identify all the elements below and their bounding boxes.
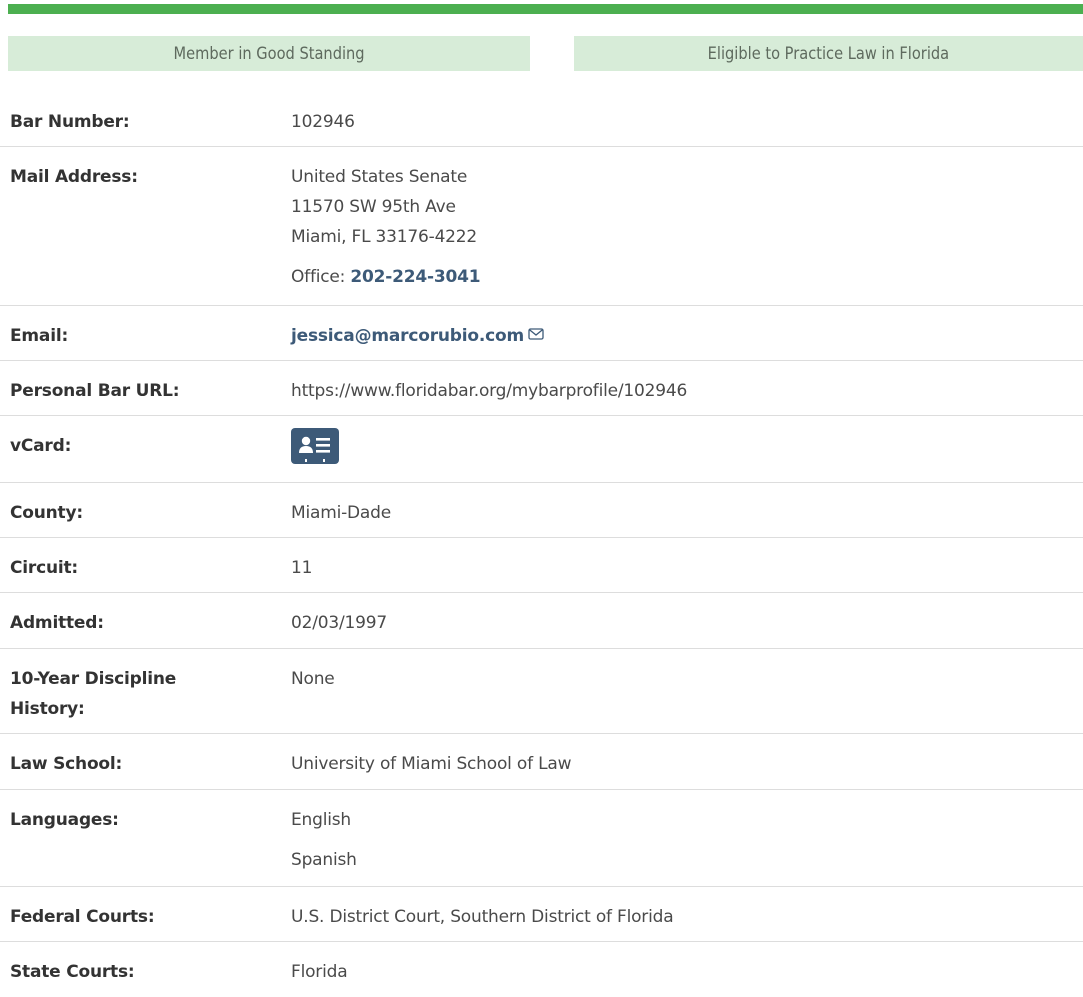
address-line-1: United States Senate: [291, 167, 468, 187]
address-line-2: 11570 SW 95th Ave: [291, 197, 456, 217]
row-discipline: 10-Year Discipline History: None: [0, 649, 1083, 734]
discipline-label: 10-Year Discipline History:: [10, 664, 250, 724]
bar-number-value: 102946: [291, 112, 355, 132]
row-vcard: vCard:: [0, 416, 1083, 483]
envelope-icon[interactable]: [528, 320, 544, 350]
row-email: Email: jessica@marcorubio.com: [0, 306, 1083, 361]
vcard-label: vCard:: [10, 436, 72, 456]
vcard-value: [291, 428, 1083, 474]
email-label: Email:: [10, 326, 69, 346]
personal-url-label: Personal Bar URL:: [10, 381, 180, 401]
vcard-icon[interactable]: [291, 428, 339, 464]
county-label: County:: [10, 503, 83, 523]
office-label: Office:: [291, 267, 351, 287]
eligibility-label: Eligible to Practice Law in Florida: [707, 43, 950, 64]
row-state-courts: State Courts: Florida: [0, 942, 1083, 997]
email-link[interactable]: jessica@marcorubio.com: [291, 326, 524, 346]
bar-number-label: Bar Number:: [10, 112, 130, 132]
status-badge-standing: Member in Good Standing: [8, 36, 530, 71]
row-personal-url: Personal Bar URL: https://www.floridabar…: [0, 361, 1083, 416]
language-item: Spanish: [291, 850, 357, 870]
state-courts-value: Florida: [291, 962, 348, 982]
discipline-label-line-1: 10-Year Discipline: [10, 669, 177, 689]
language-item: English: [291, 810, 351, 830]
languages-label: Languages:: [10, 810, 119, 830]
federal-courts-value: U.S. District Court, Southern District o…: [291, 907, 674, 927]
admitted-value: 02/03/1997: [291, 613, 387, 633]
email-value: jessica@marcorubio.com: [291, 321, 1083, 351]
status-badge-eligibility: Eligible to Practice Law in Florida: [574, 36, 1083, 71]
discipline-label-line-2: History:: [10, 699, 85, 719]
address-line-3: Miami, FL 33176-4222: [291, 227, 478, 247]
circuit-value: 11: [291, 558, 313, 578]
county-value: Miami-Dade: [291, 503, 391, 523]
federal-courts-label: Federal Courts:: [10, 907, 155, 927]
law-school-label: Law School:: [10, 754, 123, 774]
standing-label: Member in Good Standing: [173, 43, 365, 64]
accent-bar: [8, 4, 1083, 14]
row-law-school: Law School: University of Miami School o…: [0, 734, 1083, 790]
office-phone-line: Office: 202-224-3041: [291, 262, 1083, 292]
law-school-value: University of Miami School of Law: [291, 754, 572, 774]
personal-url-value: https://www.floridabar.org/mybarprofile/…: [291, 381, 688, 401]
row-admitted: Admitted: 02/03/1997: [0, 593, 1083, 649]
admitted-label: Admitted:: [10, 613, 104, 633]
profile-details: Bar Number: 102946 Mail Address: United …: [0, 92, 1083, 997]
row-bar-number: Bar Number: 102946: [0, 92, 1083, 147]
mail-address-label: Mail Address:: [10, 167, 138, 187]
state-courts-label: State Courts:: [10, 962, 135, 982]
row-circuit: Circuit: 11: [0, 538, 1083, 593]
discipline-value: None: [291, 669, 335, 689]
row-federal-courts: Federal Courts: U.S. District Court, Sou…: [0, 887, 1083, 942]
row-mail-address: Mail Address: United States Senate 11570…: [0, 147, 1083, 306]
mail-address-value: United States Senate 11570 SW 95th Ave M…: [291, 162, 1083, 292]
languages-value: English Spanish: [291, 805, 1083, 875]
row-county: County: Miami-Dade: [0, 483, 1083, 538]
circuit-label: Circuit:: [10, 558, 79, 578]
row-languages: Languages: English Spanish: [0, 790, 1083, 887]
office-phone-link[interactable]: 202-224-3041: [350, 267, 480, 287]
